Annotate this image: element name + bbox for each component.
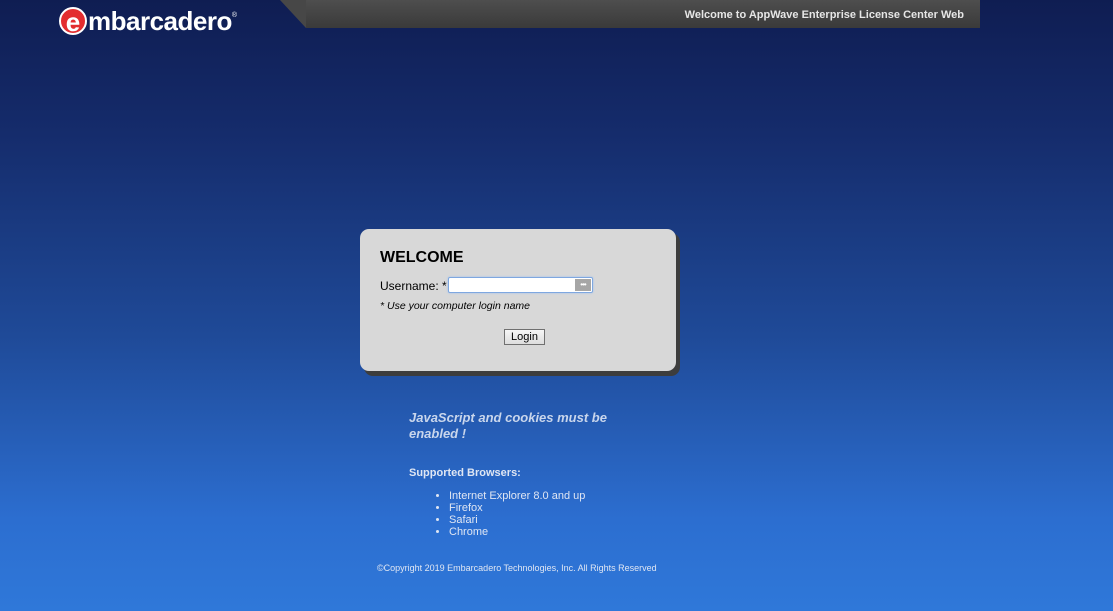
header-bar: Welcome to AppWave Enterprise License Ce… [306,0,980,28]
welcome-heading: WELCOME [380,249,464,266]
supported-browsers-title: Supported Browsers: [409,467,521,479]
browser-item: Safari [449,514,585,526]
username-label: Username: * [380,279,447,293]
browser-item: Firefox [449,502,585,514]
embarcadero-logo: e mbarcadero ® [59,6,237,36]
browser-item: Chrome [449,526,585,538]
username-input[interactable]: ••• [448,277,593,293]
browser-item: Internet Explorer 8.0 and up [449,490,585,502]
username-hint: * Use your computer login name [380,300,530,312]
header-bar-slant [280,0,306,28]
javascript-cookies-notice: JavaScript and cookies must be enabled ! [409,410,607,441]
header-title: Welcome to AppWave Enterprise License Ce… [684,9,964,21]
logo-registered-mark: ® [231,12,238,19]
login-button[interactable]: Login [504,329,545,345]
supported-browsers-list: Internet Explorer 8.0 and up Firefox Saf… [409,490,585,538]
logo-e-mark: e [59,7,87,35]
copyright-text: ©Copyright 2019 Embarcadero Technologies… [377,563,657,573]
login-panel: WELCOME Username: * ••• * Use your compu… [360,229,676,371]
logo-wordmark: mbarcadero [88,6,232,36]
password-manager-key-icon[interactable]: ••• [575,279,591,291]
